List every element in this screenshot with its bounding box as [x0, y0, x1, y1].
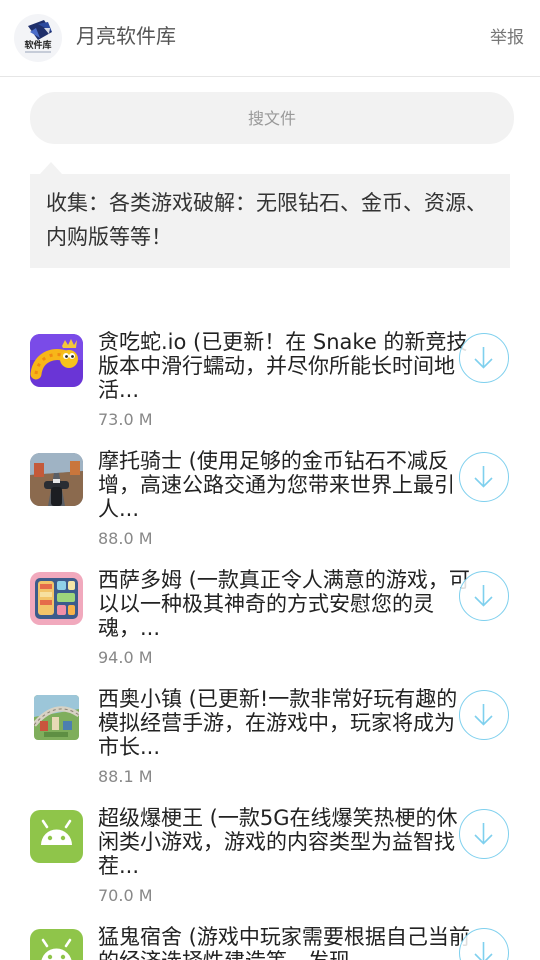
file-list-item[interactable]: 摩托骑士 (使用足够的金币钻石不减反增，高速公路交通为您带来世界上最引人... …	[0, 449, 540, 567]
file-list-item[interactable]: 超级爆梗王 (一款5G在线爆笑热梗的休闲类小游戏，游戏的内容类型为益智找茬...…	[0, 806, 540, 924]
file-list-item[interactable]: 西奥小镇 (已更新!一款非常好玩有趣的模拟经营手游，在游戏中，玩家将成为市长..…	[0, 687, 540, 805]
announcement-text: 收集：各类游戏破解：无限钻石、金币、资源、内购版等等！	[46, 191, 487, 249]
download-arrow-icon	[474, 704, 493, 726]
file-description: 摩托骑士 (使用足够的金币钻石不减反增，高速公路交通为您带来世界上最引人...	[98, 449, 455, 521]
logo-text: 软件库	[24, 41, 52, 51]
download-arrow-icon	[474, 466, 493, 488]
file-list-item[interactable]: 贪吃蛇.io (已更新！在 Snake 的新竞技版本中滑行蠕动，并尽你所能长时间…	[0, 330, 540, 448]
town-game-icon	[34, 695, 79, 740]
download-button[interactable]	[459, 571, 509, 621]
download-button[interactable]	[459, 333, 509, 383]
file-description: 超级爆梗王 (一款5G在线爆笑热梗的休闲类小游戏，游戏的内容类型为益智找茬...	[98, 806, 458, 878]
file-list-item[interactable]: 西萨多姆 (一款真正令人满意的游戏，可以以一种极其神奇的方式安慰您的灵魂，...…	[0, 568, 540, 686]
download-arrow-icon	[474, 585, 493, 607]
file-size: 73.0 M	[98, 410, 153, 429]
announcement-panel: 收集：各类游戏破解：无限钻石、金币、资源、内购版等等！	[30, 174, 510, 268]
moto-rider-icon	[30, 453, 83, 506]
logo-graphic	[25, 20, 52, 53]
notice-pointer	[40, 162, 62, 174]
download-button[interactable]	[459, 928, 509, 960]
android-icon	[30, 810, 83, 863]
search-input[interactable]	[30, 92, 514, 144]
file-size: 88.1 M	[98, 767, 153, 786]
file-description: 猛鬼宿舍 (游戏中玩家需要根据自己当前的经济选择性建造等，发现	[98, 925, 470, 960]
xisadomu-game-icon	[30, 572, 83, 625]
software-library-logo: 软件库	[14, 14, 62, 62]
report-button[interactable]: 举报	[490, 26, 524, 50]
file-size: 88.0 M	[98, 529, 153, 548]
file-description: 西奥小镇 (已更新!一款非常好玩有趣的模拟经营手游，在游戏中，玩家将成为市长..…	[98, 687, 458, 759]
file-description: 西萨多姆 (一款真正令人满意的游戏，可以以一种极其神奇的方式安慰您的灵魂，...	[98, 568, 470, 640]
snake-game-icon	[30, 334, 83, 387]
file-size: 94.0 M	[98, 648, 153, 667]
download-arrow-icon	[474, 347, 493, 369]
download-button[interactable]	[459, 690, 509, 740]
android-icon	[30, 929, 83, 960]
download-button[interactable]	[459, 809, 509, 859]
app-header: 软件库 月亮软件库 举报	[0, 0, 540, 77]
file-size: 70.0 M	[98, 886, 153, 905]
download-button[interactable]	[459, 452, 509, 502]
page-title: 月亮软件库	[76, 24, 176, 48]
file-list-item[interactable]: 猛鬼宿舍 (游戏中玩家需要根据自己当前的经济选择性建造等，发现	[0, 925, 540, 960]
download-arrow-icon	[474, 942, 493, 960]
file-description: 贪吃蛇.io (已更新！在 Snake 的新竞技版本中滑行蠕动，并尽你所能长时间…	[98, 330, 468, 402]
download-arrow-icon	[474, 823, 493, 845]
